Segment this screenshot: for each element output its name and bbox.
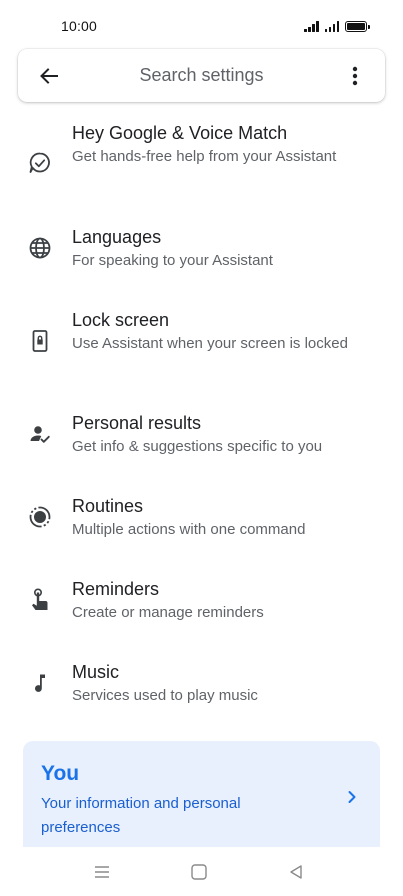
setting-lock-screen[interactable]: Lock screen Use Assistant when your scre… [0,309,403,379]
you-card-title: You [41,762,80,785]
home-icon[interactable] [189,862,209,882]
reminder-icon [27,587,53,613]
setting-subtitle: Get info & suggestions specific to you [72,438,323,455]
routines-icon [27,504,53,530]
setting-subtitle: Services used to play music [72,687,258,704]
setting-title: Music [72,662,120,682]
signal-icon [324,20,339,32]
menu-icon[interactable] [92,862,112,882]
globe-icon [27,235,53,261]
setting-subtitle: Use Assistant when your screen is locked [72,335,348,352]
setting-routines[interactable]: Routines Multiple actions with one comma… [0,495,403,545]
setting-reminders[interactable]: Reminders Create or manage reminders [0,578,403,628]
search-input[interactable]: Search settings [68,65,335,86]
arrow-back-icon[interactable] [36,63,62,89]
person-check-icon [27,421,53,447]
status-icons [304,18,370,32]
setting-subtitle: Get hands-free help from your Assistant [72,148,337,165]
setting-title: Routines [72,496,144,516]
signal-icon [304,20,319,32]
setting-title: Hey Google & Voice Match [72,123,288,143]
more-vert-icon[interactable] [343,64,367,88]
setting-personal-results[interactable]: Personal results Get info & suggestions … [0,412,403,462]
setting-music[interactable]: Music Services used to play music [0,661,403,711]
setting-title: Languages [72,227,162,247]
status-time: 10:00 [61,18,98,34]
setting-title: Personal results [72,413,202,433]
setting-subtitle: Multiple actions with one command [72,521,306,538]
setting-voice-match[interactable]: Hey Google & Voice Match Get hands-free … [0,122,403,200]
status-bar: 10:00 [0,0,403,44]
back-icon[interactable] [286,862,306,882]
setting-title: Lock screen [72,310,170,330]
navigation-bar [0,848,403,896]
battery-icon [345,21,370,32]
voice-match-icon [27,150,53,176]
you-card[interactable]: You Your information and personal prefer… [23,741,380,847]
chevron-right-icon[interactable] [344,789,360,805]
lock-screen-icon [27,328,53,354]
search-bar[interactable]: Search settings [18,49,385,102]
music-note-icon [27,670,53,696]
setting-subtitle: Create or manage reminders [72,604,264,621]
setting-subtitle: For speaking to your Assistant [72,252,273,269]
setting-title: Reminders [72,579,160,599]
setting-languages[interactable]: Languages For speaking to your Assistant [0,226,403,276]
you-card-subtitle: Your information and personal preference… [41,795,241,836]
